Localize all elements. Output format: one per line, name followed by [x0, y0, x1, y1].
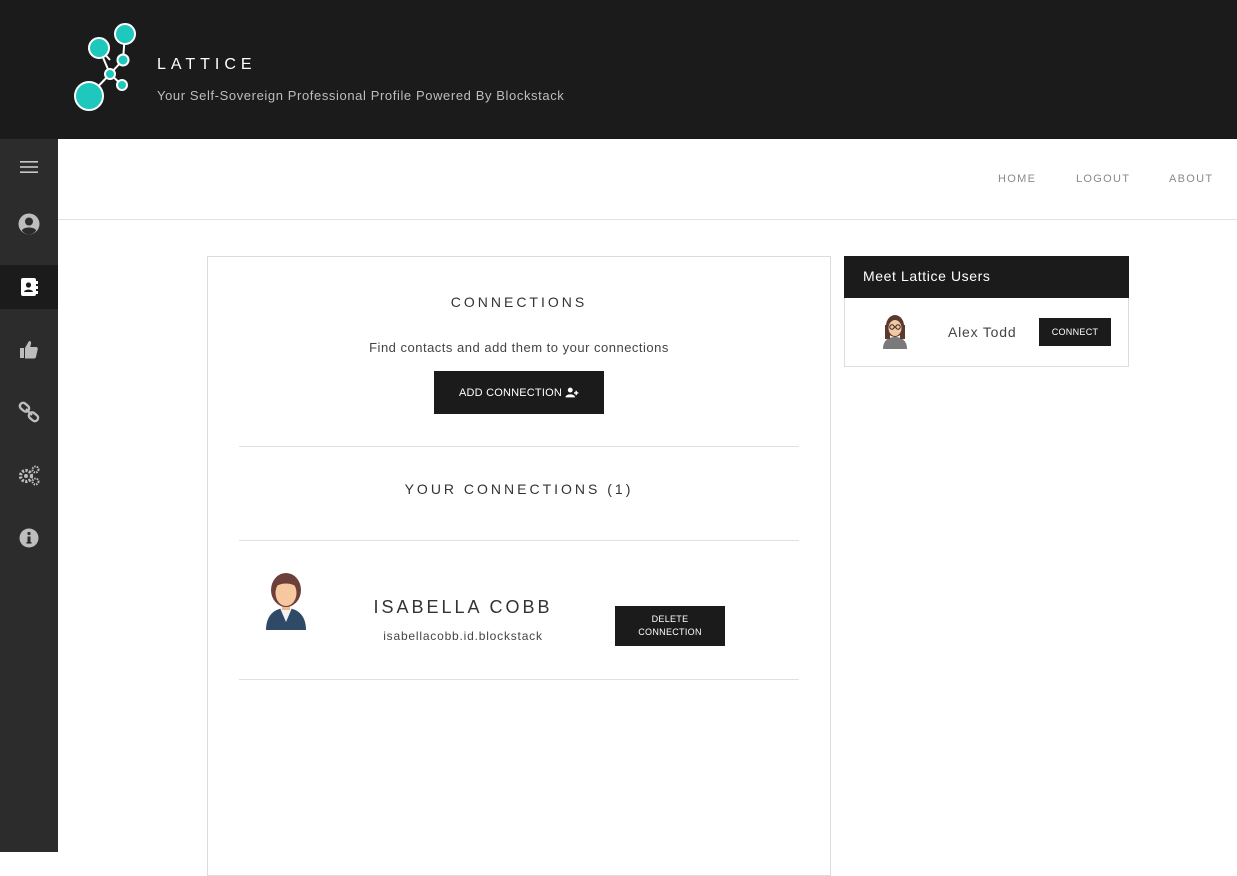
isabella-avatar: [266, 573, 306, 630]
connect-button[interactable]: CONNECT: [1039, 318, 1111, 346]
connection-name: ISABELLA COBB: [373, 597, 553, 617]
address-book-icon: [21, 278, 38, 296]
delete-connection-label-1: DELETE: [651, 614, 689, 624]
sidebar: [0, 139, 58, 852]
nav-home-link[interactable]: HOME: [998, 173, 1036, 185]
divider: [239, 540, 799, 541]
user-plus-icon: [565, 387, 579, 398]
info-circle-icon: [19, 528, 39, 548]
divider: [239, 446, 799, 447]
divider: [239, 679, 799, 680]
sidebar-item-about[interactable]: [0, 516, 58, 560]
sidebar-item-menu[interactable]: [0, 145, 58, 189]
add-connection-label: ADD CONNECTION: [458, 386, 563, 399]
sidebar-item-settings[interactable]: [0, 453, 58, 497]
connections-card: CONNECTIONS Find contacts and add them t…: [207, 256, 831, 876]
connections-subtitle: Find contacts and add them to your conne…: [369, 340, 669, 355]
meet-users-title: Meet Lattice Users: [844, 256, 1129, 298]
app-tagline: Your Self-Sovereign Professional Profile…: [157, 88, 565, 103]
user-circle-icon: [18, 213, 40, 235]
add-connection-button[interactable]: ADD CONNECTION: [434, 371, 604, 414]
app-header: LATTICE Your Self-Sovereign Professional…: [0, 0, 1237, 139]
lattice-logo-icon: [74, 23, 136, 111]
alex-avatar: [883, 315, 907, 349]
delete-connection-button[interactable]: DELETE CONNECTION: [615, 606, 725, 646]
your-connections-title: YOUR CONNECTIONS (1): [404, 481, 634, 497]
nav-about-link[interactable]: ABOUT: [1169, 173, 1213, 185]
sidebar-item-links[interactable]: [0, 390, 58, 434]
user-name: Alex Todd: [948, 324, 1017, 340]
chain-link-icon: [18, 401, 40, 423]
nav-logout-link[interactable]: LOGOUT: [1076, 173, 1130, 185]
delete-connection-label-2: CONNECTION: [638, 627, 702, 637]
connection-id: isabellacobb.id.blockstack: [383, 629, 543, 643]
thumbs-up-icon: [20, 341, 38, 359]
sidebar-item-connections[interactable]: [0, 265, 58, 309]
connections-title: CONNECTIONS: [450, 294, 588, 310]
app-title: LATTICE: [157, 56, 257, 73]
meet-users-card: Meet Lattice Users Alex Todd CONNECT: [844, 256, 1129, 367]
hamburger-menu-icon: [20, 161, 38, 173]
sidebar-item-profile[interactable]: [0, 202, 58, 246]
gears-icon: [18, 465, 40, 486]
sidebar-item-endorsements[interactable]: [0, 328, 58, 372]
top-nav: HOME LOGOUT ABOUT: [58, 139, 1237, 220]
